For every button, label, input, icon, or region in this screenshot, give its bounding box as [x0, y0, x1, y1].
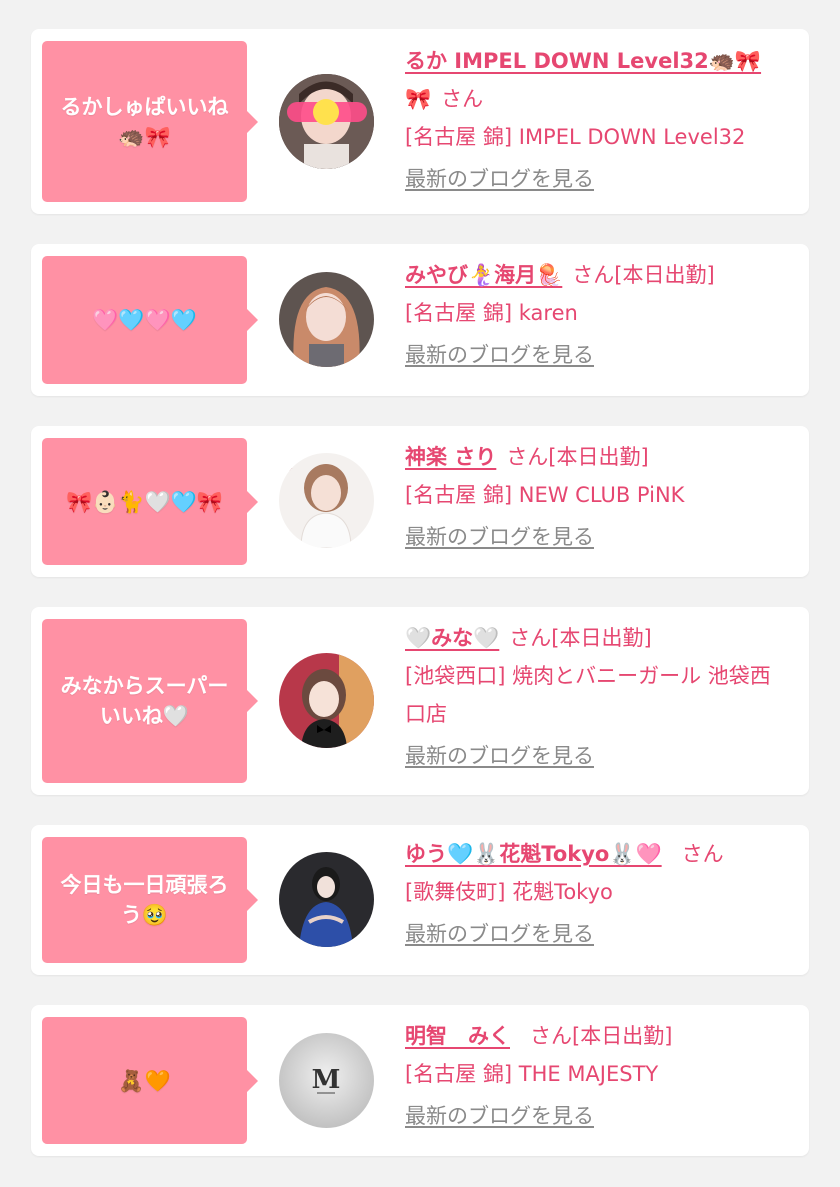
like-card: 🧸🧡 M 明智 みく さん[本日出勤] [名古屋 錦] THE MAJESTY 最…	[31, 1005, 809, 1156]
comment-text: るかしゅぱいいね🦔🎀	[60, 94, 229, 149]
like-card: るかしゅぱいいね🦔🎀 るか IMPEL DOWN Level32🦔🎀 🎀 さん […	[31, 29, 809, 214]
comment-text: みなからスーパーいいね🤍	[60, 674, 229, 728]
comment-bubble: 🧸🧡	[42, 1017, 258, 1144]
shop-line: [名古屋 錦] NEW CLUB PiNK	[405, 476, 800, 514]
like-card: 今日も一日頑張ろう🥹 ゆう🩵🐰花魁Tokyo🐰🩷 さん [歌舞伎町] 花魁Toky…	[31, 825, 809, 975]
shop-line: [池袋西口] 焼肉とバニーガール 池袋西口店	[405, 657, 785, 733]
cast-name-line: みやび🧜‍♀️海月🪼 さん[本日出勤]	[405, 256, 800, 294]
avatar[interactable]	[279, 852, 374, 947]
shop-name: IMPEL DOWN Level32	[518, 125, 746, 149]
comment-bubble: 🩷🩵🩷🩵	[42, 256, 258, 384]
shop-line: [名古屋 錦] THE MAJESTY	[405, 1055, 800, 1093]
latest-blog-link[interactable]: 最新のブログを見る	[405, 522, 594, 552]
comment-bubble: みなからスーパーいいね🤍	[42, 619, 258, 783]
shop-line: [歌舞伎町] 花魁Tokyo	[405, 873, 800, 911]
shop-name: karen	[518, 301, 578, 325]
ribbon-icon: 🎀	[405, 87, 432, 111]
avatar[interactable]	[279, 272, 374, 367]
shop-area: [池袋西口]	[405, 664, 506, 688]
comment-bubble: るかしゅぱいいね🦔🎀	[42, 41, 258, 202]
svg-text:M: M	[312, 1065, 341, 1095]
cast-name-link[interactable]: ゆう🩵🐰花魁Tokyo🐰🩷	[405, 842, 662, 866]
avatar[interactable]: M	[279, 1033, 374, 1128]
cast-info: 神楽 さり さん[本日出勤] [名古屋 錦] NEW CLUB PiNK 最新のブ…	[405, 438, 800, 552]
comment-text: 🧸🧡	[118, 1068, 171, 1093]
comment-text: 今日も一日頑張ろう🥹	[60, 873, 229, 927]
name-suffix: さん	[681, 842, 724, 866]
like-card: 🎀👶🏻🐈🤍🩵🎀 ✦ 神楽 さり さん[本日出勤] [名古屋 錦] NEW CLUB…	[31, 426, 809, 577]
cast-name-line: るか IMPEL DOWN Level32🦔🎀 🎀 さん	[405, 42, 800, 118]
svg-text:✦: ✦	[287, 465, 293, 473]
cast-name-line: 🤍みな🤍 さん[本日出勤]	[405, 619, 800, 657]
name-suffix: さん[本日出勤]	[530, 1024, 673, 1048]
shop-area: [名古屋 錦]	[405, 301, 513, 325]
shop-area: [名古屋 錦]	[405, 125, 513, 149]
cast-info: みやび🧜‍♀️海月🪼 さん[本日出勤] [名古屋 錦] karen 最新のブログを…	[405, 256, 800, 370]
name-suffix: さん[本日出勤]	[509, 626, 652, 650]
cast-name-line: 神楽 さり さん[本日出勤]	[405, 438, 800, 476]
comment-text: 🩷🩵🩷🩵	[92, 308, 197, 332]
avatar[interactable]	[279, 653, 374, 748]
shop-line: [名古屋 錦] IMPEL DOWN Level32	[405, 118, 800, 156]
latest-blog-link[interactable]: 最新のブログを見る	[405, 340, 594, 370]
shop-name: NEW CLUB PiNK	[518, 483, 685, 507]
shop-area: [名古屋 錦]	[405, 1062, 513, 1086]
latest-blog-link[interactable]: 最新のブログを見る	[405, 1101, 594, 1131]
shop-name: THE MAJESTY	[518, 1062, 659, 1086]
avatar[interactable]	[279, 74, 374, 169]
shop-area: [名古屋 錦]	[405, 483, 513, 507]
cast-info: るか IMPEL DOWN Level32🦔🎀 🎀 さん [名古屋 錦] IMPE…	[405, 42, 800, 194]
cast-info: ゆう🩵🐰花魁Tokyo🐰🩷 さん [歌舞伎町] 花魁Tokyo 最新のブログを見る	[405, 835, 800, 949]
shop-name: 花魁Tokyo	[512, 880, 613, 904]
name-suffix: さん[本日出勤]	[506, 445, 649, 469]
cast-name-link[interactable]: 神楽 さり	[405, 445, 496, 469]
cast-info: 🤍みな🤍 さん[本日出勤] [池袋西口] 焼肉とバニーガール 池袋西口店 最新のブ…	[405, 619, 800, 771]
cast-name-link[interactable]: 明智 みく	[405, 1024, 510, 1048]
name-suffix: さん[本日出勤]	[572, 263, 715, 287]
cast-name-link[interactable]: みやび🧜‍♀️海月🪼	[405, 263, 562, 287]
cast-name-line: ゆう🩵🐰花魁Tokyo🐰🩷 さん	[405, 835, 800, 873]
comment-bubble: 今日も一日頑張ろう🥹	[42, 837, 258, 963]
comment-text: 🎀👶🏻🐈🤍🩵🎀	[66, 489, 223, 514]
name-suffix: さん	[441, 87, 484, 111]
latest-blog-link[interactable]: 最新のブログを見る	[405, 741, 594, 771]
like-card: 🩷🩵🩷🩵 みやび🧜‍♀️海月🪼 さん[本日出勤] [名古屋 錦] karen 最新…	[31, 244, 809, 396]
shop-line: [名古屋 錦] karen	[405, 294, 800, 332]
cast-name-link[interactable]: 🤍みな🤍	[405, 626, 499, 650]
cast-name-link[interactable]: るか IMPEL DOWN Level32🦔🎀	[405, 49, 761, 73]
latest-blog-link[interactable]: 最新のブログを見る	[405, 919, 594, 949]
shop-area: [歌舞伎町]	[405, 880, 506, 904]
like-card: みなからスーパーいいね🤍 🤍みな🤍 さん[本日出勤] [池袋西口] 焼肉とバニーガ…	[31, 607, 809, 795]
cast-name-line: 明智 みく さん[本日出勤]	[405, 1017, 800, 1055]
cast-info: 明智 みく さん[本日出勤] [名古屋 錦] THE MAJESTY 最新のブログ…	[405, 1017, 800, 1131]
avatar[interactable]: ✦	[279, 453, 374, 548]
comment-bubble: 🎀👶🏻🐈🤍🩵🎀	[42, 438, 258, 565]
latest-blog-link[interactable]: 最新のブログを見る	[405, 164, 594, 194]
